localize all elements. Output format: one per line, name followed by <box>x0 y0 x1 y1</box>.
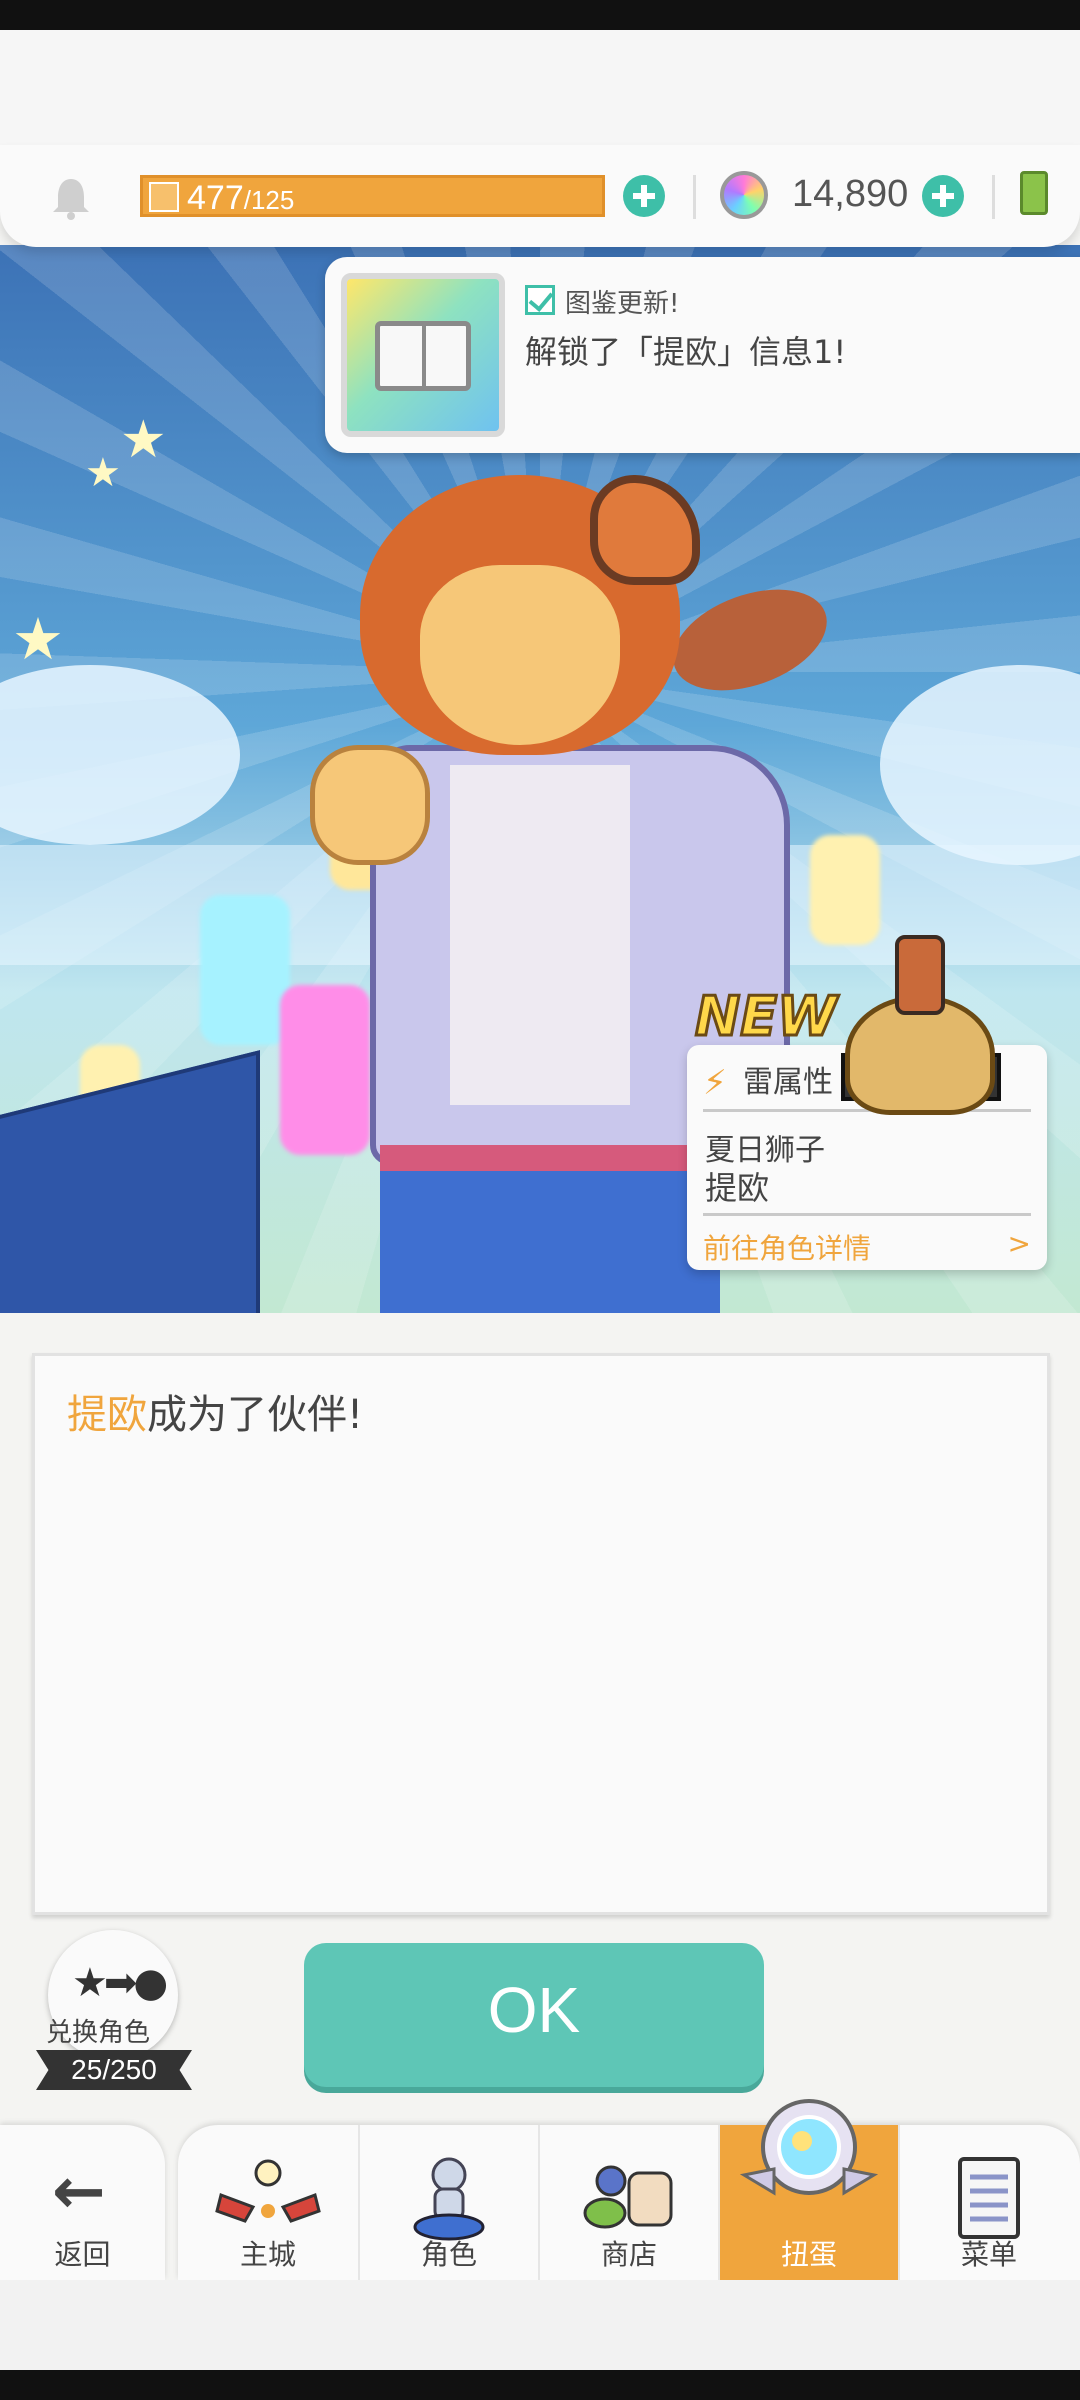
top-spacer <box>0 30 1080 150</box>
character-detail-link[interactable]: 前往角色详情 <box>703 1227 871 1267</box>
toast-title: 图鉴更新! <box>565 289 680 319</box>
bottom-navigation: ← 返回 主城 角色 商店 扭蛋 菜单 <box>0 2099 1080 2280</box>
system-status-bar <box>0 0 1080 30</box>
nav-label-menu: 菜单 <box>960 2238 1017 2271</box>
exchange-count-badge: 25/250 <box>36 2050 192 2090</box>
character-icon <box>413 2157 485 2241</box>
lantern-decoration <box>200 895 290 1045</box>
checkbox-icon <box>525 285 555 315</box>
battery-icon <box>1020 171 1048 215</box>
resource-hud: 477/125 14,890 <box>0 145 1080 247</box>
dialog-message: 提欧成为了伙伴! <box>67 1392 364 1438</box>
nav-item-menu[interactable]: 菜单 <box>898 2125 1078 2280</box>
divider <box>992 175 995 219</box>
collection-update-toast[interactable]: 图鉴更新! 解锁了「提欧」信息1! <box>325 257 1080 453</box>
nav-tabs: 主城 角色 商店 扭蛋 菜单 <box>178 2099 1080 2280</box>
nav-label-shop: 商店 <box>600 2238 657 2271</box>
cloud-decoration <box>0 665 240 845</box>
toast-message: 解锁了「提欧」信息1! <box>525 333 847 371</box>
exchange-character-label: 兑换角色 <box>46 2018 151 2048</box>
star-decoration: ★ <box>120 410 167 470</box>
bottom-spacer <box>0 2280 1080 2370</box>
exchange-character-button[interactable]: ★➡● 兑换角色 25/250 <box>36 1930 192 2120</box>
ok-label: OK <box>487 1974 581 2046</box>
stamina-value: 477/125 <box>187 179 295 217</box>
gem-count: 14,890 <box>792 173 909 215</box>
add-stamina-button[interactable] <box>623 175 665 217</box>
nav-item-main-city[interactable]: 主城 <box>178 2125 358 2280</box>
star-decoration: ★ <box>12 605 64 673</box>
stamina-bolt-icon <box>149 182 179 212</box>
back-label: 返回 <box>54 2238 111 2271</box>
building-decoration <box>0 1050 260 1313</box>
gacha-icon <box>739 2099 879 2196</box>
star-decoration: ★ <box>85 450 121 496</box>
back-button[interactable]: ← 返回 <box>0 2125 165 2280</box>
element-label: 雷属性 <box>743 1065 833 1100</box>
lightning-icon: ⚡ <box>703 1063 727 1103</box>
pixel-character-pedestal-icon <box>845 935 995 1125</box>
nav-label-gacha: 扭蛋 <box>780 2238 837 2271</box>
chevron-right-icon[interactable]: > <box>1008 1227 1031 1260</box>
system-navigation-bar <box>0 2370 1080 2400</box>
add-gems-button[interactable] <box>922 175 964 217</box>
shop-icon <box>583 2165 673 2229</box>
nav-label-main-city: 主城 <box>239 2238 296 2271</box>
divider <box>703 1213 1031 1216</box>
new-badge: NEW <box>694 984 839 1050</box>
gem-icon <box>720 171 768 219</box>
message-dialog: 提欧成为了伙伴! <box>32 1353 1050 1915</box>
nav-item-gacha[interactable]: 扭蛋 <box>718 2099 898 2280</box>
nav-item-shop[interactable]: 商店 <box>538 2125 718 2280</box>
menu-icon <box>958 2157 1020 2239</box>
notification-bell-icon[interactable] <box>48 175 94 221</box>
character-name: 提欧 <box>705 1169 770 1207</box>
book-icon <box>341 273 505 437</box>
divider <box>693 175 696 219</box>
castle-icon <box>215 2159 321 2223</box>
nav-item-characters[interactable]: 角色 <box>358 2125 538 2280</box>
back-arrow-icon: ← <box>52 2155 106 2229</box>
ok-button[interactable]: OK <box>304 1943 764 2087</box>
cloud-decoration <box>880 665 1080 865</box>
nav-label-characters: 角色 <box>420 2238 477 2271</box>
stamina-bar: 477/125 <box>140 175 605 217</box>
